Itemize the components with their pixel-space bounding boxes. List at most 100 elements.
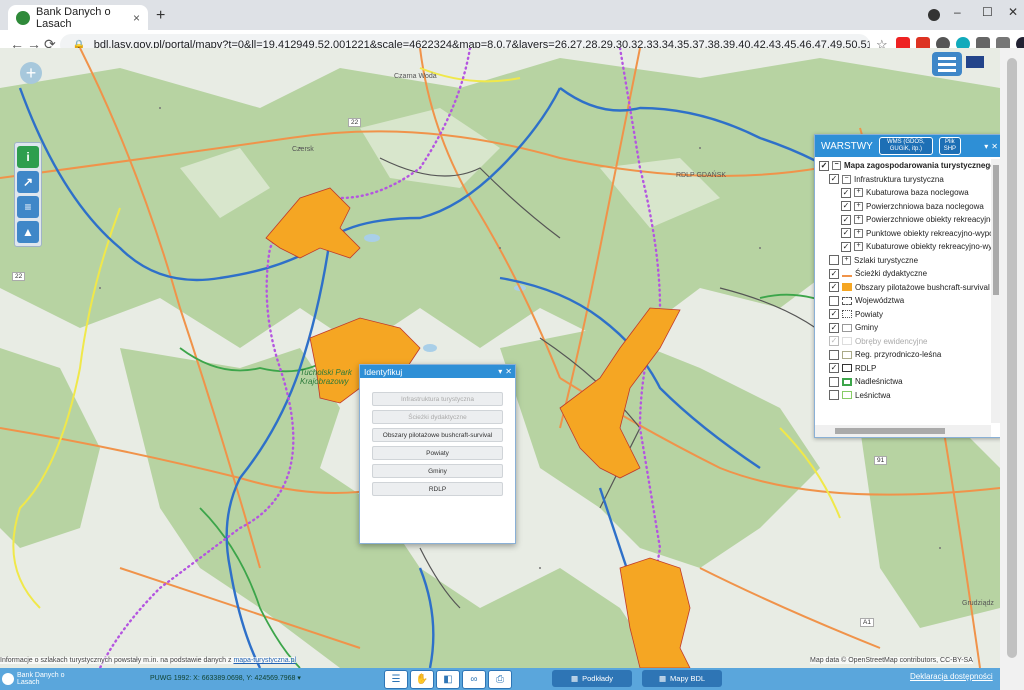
layer-row[interactable]: ✓ Obręby ewidencyjne — [815, 335, 991, 349]
tab-close-icon[interactable]: × — [133, 11, 140, 25]
layer-checkbox[interactable] — [829, 376, 839, 387]
mapy-bdl-button[interactable]: ▦ Mapy BDL — [642, 670, 722, 687]
layer-checkbox[interactable]: ✓ — [841, 187, 851, 198]
layer-label: Powierzchniowa baza noclegowa — [866, 201, 984, 211]
layer-checkbox[interactable]: ✓ — [819, 160, 829, 171]
layer-label: RDLP — [855, 363, 877, 373]
expand-icon[interactable]: − — [832, 161, 841, 171]
layer-checkbox[interactable]: ✓ — [841, 214, 851, 225]
layer-checkbox[interactable]: ✓ — [829, 174, 839, 185]
layer-row[interactable]: Województwa — [815, 294, 991, 308]
new-tab-button[interactable]: + — [156, 7, 165, 25]
legend-rdlp-symbol — [842, 364, 852, 373]
bdl-logo[interactable]: Bank Danych o Lasach — [2, 672, 67, 686]
layer-checkbox[interactable]: ✓ — [829, 282, 839, 293]
page-scrollbar[interactable] — [1000, 48, 1024, 690]
layer-row[interactable]: ✓+Powierzchniowe obiekty rekreacyjno-wyp… — [815, 213, 991, 227]
list-tool-icon[interactable]: ☰ — [384, 670, 408, 689]
identify-bushcraft-button[interactable]: Obszary pilotażowe bushcraft-survival — [372, 428, 503, 442]
zoom-in-button[interactable]: + — [20, 62, 42, 84]
trails-info-text: Informacje o szlakach turystycznych pows… — [0, 657, 297, 664]
layer-row[interactable]: Reg. przyrodniczo-leśna — [815, 348, 991, 362]
identify-gminy-button[interactable]: Gminy — [372, 464, 503, 478]
shp-file-button[interactable]: Plik SHP — [938, 137, 961, 155]
identify-powiaty-button[interactable]: Powiaty — [372, 446, 503, 460]
layer-row[interactable]: ✓ Ścieżki dydaktyczne — [815, 267, 991, 281]
layer-row[interactable]: Leśnictwa — [815, 389, 991, 403]
close-icon[interactable]: ✕ — [505, 367, 512, 376]
layer-row[interactable]: ✓ Powiaty — [815, 308, 991, 322]
map-label-czarna-woda: Czarna Woda — [394, 73, 437, 80]
expand-icon[interactable]: − — [842, 174, 851, 184]
info-icon[interactable]: i — [17, 146, 39, 168]
layer-checkbox[interactable]: ✓ — [841, 241, 851, 252]
close-icon[interactable]: ✕ — [991, 142, 998, 151]
layer-row[interactable]: + Szlaki turystyczne — [815, 254, 991, 268]
layer-checkbox[interactable]: ✓ — [829, 322, 839, 333]
expand-icon[interactable]: + — [842, 255, 851, 265]
layer-checkbox[interactable]: ✓ — [841, 228, 851, 239]
layer-label: Reg. przyrodniczo-leśna — [855, 350, 942, 360]
layer-checkbox[interactable]: ✓ — [829, 336, 839, 347]
layer-row[interactable]: ✓ − Infrastruktura turystyczna — [815, 173, 991, 187]
coordinates-readout[interactable]: PUWG 1992: X: 663389.0698, Y: 424569.796… — [150, 674, 301, 682]
map-region-icon[interactable]: ▲ — [17, 221, 39, 243]
hand-pan-icon[interactable]: ✋ — [410, 670, 434, 689]
mapa-turystyczna-link[interactable]: mapa-turystyczna.pl — [233, 657, 296, 664]
layer-label: Infrastruktura turystyczna — [854, 174, 944, 184]
close-window-button[interactable]: ✕ — [1008, 5, 1018, 19]
identify-rdlp-button[interactable]: RDLP — [372, 482, 503, 496]
layer-label: Punktowe obiekty rekreacyjno-wypoczynkow… — [866, 228, 991, 238]
layer-row[interactable]: ✓ Gminy — [815, 321, 991, 335]
legend-region-symbol — [842, 350, 852, 359]
collapse-icon[interactable]: ▾ — [984, 142, 988, 151]
english-flag-icon[interactable] — [966, 56, 984, 68]
layer-row[interactable]: Nadleśnictwa — [815, 375, 991, 389]
expand-icon[interactable]: + — [854, 201, 863, 211]
collapse-icon[interactable]: ▾ — [498, 367, 502, 376]
tab-title: Bank Danych o Lasach — [36, 5, 111, 30]
wms-button[interactable]: WMS (GDOŚ, GUGiK, itp.) — [878, 137, 933, 155]
podklady-button[interactable]: ▦ Podkłady — [552, 670, 632, 687]
expand-icon[interactable]: + — [854, 188, 863, 198]
layers-panel-title: WARSTWY — [821, 140, 873, 152]
layers-horizontal-scrollbar[interactable] — [815, 425, 991, 437]
minimize-button[interactable]: – — [954, 5, 961, 19]
accessibility-link[interactable]: Deklaracja dostępności — [910, 672, 993, 681]
identify-dialog-header[interactable]: Identyfikuj ▾ ✕ — [360, 365, 515, 378]
measure-tool-icon[interactable]: ↗ — [17, 171, 39, 193]
layer-row[interactable]: ✓+Punktowe obiekty rekreacyjno-wypoczynk… — [815, 227, 991, 241]
layer-checkbox[interactable] — [829, 255, 839, 266]
layer-label: Leśnictwa — [855, 390, 891, 400]
print-icon[interactable]: ⎙ — [488, 670, 512, 689]
layer-row[interactable]: ✓ Obszary pilotażowe bushcraft-survival — [815, 281, 991, 295]
layer-row[interactable]: ✓+Kubaturowe obiekty rekreacyjno-wypoczy… — [815, 240, 991, 254]
main-menu-button[interactable] — [932, 52, 962, 76]
identify-infrastruktura-button[interactable]: Infrastruktura turystyczna — [372, 392, 503, 406]
layer-checkbox[interactable]: ✓ — [829, 363, 839, 374]
layers-stack-icon[interactable]: ≡ — [17, 196, 39, 218]
expand-icon[interactable]: + — [854, 215, 863, 225]
select-area-icon[interactable]: ◧ — [436, 670, 460, 689]
map-layers-icon: ▦ — [658, 674, 667, 683]
layer-checkbox[interactable] — [829, 390, 839, 401]
road-number-a1: A1 — [860, 618, 874, 627]
layer-label: Województwa — [855, 296, 905, 306]
profile-menu-icon[interactable] — [928, 9, 940, 21]
maximize-button[interactable]: ☐ — [982, 5, 993, 19]
layer-checkbox[interactable]: ✓ — [841, 201, 851, 212]
expand-icon[interactable]: + — [854, 242, 863, 252]
trails-info-prefix: Informacje o szlakach turystycznych pows… — [0, 657, 234, 664]
layer-checkbox[interactable]: ✓ — [829, 309, 839, 320]
layer-row[interactable]: ✓ + Kubaturowa baza noclegowa — [815, 186, 991, 200]
layer-checkbox[interactable]: ✓ — [829, 268, 839, 279]
expand-icon[interactable]: + — [854, 228, 863, 238]
layer-row[interactable]: ✓ RDLP — [815, 362, 991, 376]
browser-tab[interactable]: Bank Danych o Lasach × — [8, 5, 148, 30]
layer-row[interactable]: ✓ + Powierzchniowa baza noclegowa — [815, 200, 991, 214]
layer-checkbox[interactable] — [829, 349, 839, 360]
identify-sciezki-button[interactable]: Ścieżki dydaktyczne — [372, 410, 503, 424]
layer-checkbox[interactable] — [829, 295, 839, 306]
link-icon[interactable]: ∞ — [462, 670, 486, 689]
layer-row[interactable]: ✓ − Mapa zagospodarowania turystycznego — [815, 159, 991, 173]
